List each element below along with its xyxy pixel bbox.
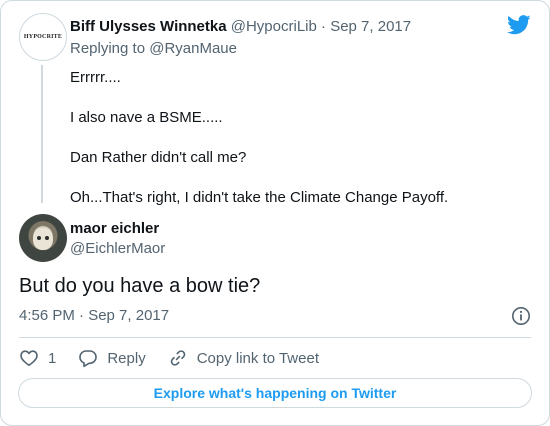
parent-text-line: Errrrr....	[70, 69, 121, 86]
main-author-name[interactable]: maor eichler	[70, 220, 159, 238]
like-count: 1	[48, 349, 57, 367]
reply-bubble-icon	[79, 350, 98, 368]
avatar-eye-shape	[45, 236, 49, 240]
reply-label: Reply	[107, 349, 146, 367]
parent-tweet-header: Biff Ulysses Winnetka @HypocriLib · Sep …	[70, 18, 411, 36]
avatar-eye-shape	[37, 236, 41, 240]
twitter-bird-icon[interactable]	[507, 15, 531, 35]
copy-link-button[interactable]: Copy link to Tweet	[168, 348, 319, 368]
actions-divider	[19, 337, 531, 338]
tweet-embed-card: HYPOCRITE Biff Ulysses Winnetka @Hypocri…	[0, 0, 550, 426]
parent-author-handle[interactable]: @HypocriLib	[231, 18, 317, 35]
parent-tweet-date[interactable]: Sep 7, 2017	[330, 18, 411, 35]
replying-to-handle[interactable]: @RyanMaue	[149, 40, 237, 57]
parent-avatar-text: HYPOCRITE	[23, 34, 63, 40]
copy-link-label: Copy link to Tweet	[196, 349, 319, 367]
reply-button[interactable]: Reply	[78, 348, 146, 368]
header-separator: ·	[321, 18, 327, 35]
parent-text-line: Dan Rather didn't call me?	[70, 149, 247, 166]
replying-to-prefix: Replying to	[70, 40, 146, 57]
link-icon	[170, 350, 185, 366]
tweet-actions-bar: 1 Reply Copy link to Tweet	[19, 347, 341, 369]
parent-text-line: I also nave a BSME.....	[70, 109, 223, 126]
explore-twitter-button[interactable]: Explore what's happening on Twitter	[18, 378, 532, 408]
avatar-face-shape	[33, 228, 53, 250]
main-tweet-text: But do you have a bow tie?	[19, 275, 261, 297]
main-author-avatar[interactable]	[19, 214, 67, 262]
parent-author-name[interactable]: Biff Ulysses Winnetka	[70, 18, 227, 35]
heart-icon	[20, 350, 38, 366]
info-icon[interactable]	[511, 306, 531, 326]
parent-tweet-text: Errrrr.... I also nave a BSME..... Dan R…	[70, 68, 448, 228]
parent-text-line: Oh...That's right, I didn't take the Cli…	[70, 189, 449, 206]
main-author-handle[interactable]: @EichlerMaor	[70, 240, 165, 258]
like-button[interactable]: 1	[19, 348, 56, 368]
thread-connector-line	[41, 65, 43, 203]
parent-author-avatar[interactable]: HYPOCRITE	[19, 13, 67, 61]
replying-to-line: Replying to @RyanMaue	[70, 40, 237, 58]
tweet-timestamp[interactable]: 4:56 PM · Sep 7, 2017	[19, 307, 169, 325]
